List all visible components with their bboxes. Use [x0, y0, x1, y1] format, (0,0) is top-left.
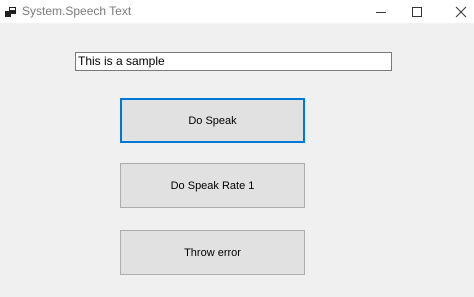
do-speak-button[interactable]: Do Speak [120, 98, 305, 143]
close-button[interactable] [438, 0, 474, 23]
maximize-button[interactable] [394, 0, 440, 23]
do-speak-rate-1-button[interactable]: Do Speak Rate 1 [120, 163, 305, 208]
throw-error-button[interactable]: Throw error [120, 230, 305, 275]
app-icon [5, 5, 17, 17]
title-bar[interactable]: System.Speech Text [0, 0, 474, 23]
app-window: System.Speech Text Do Speak Do Speak Rat… [0, 0, 474, 297]
minimize-icon [376, 12, 386, 13]
speech-text-input[interactable] [75, 52, 392, 71]
maximize-icon [412, 7, 422, 17]
close-icon [455, 6, 467, 18]
form-body: Do Speak Do Speak Rate 1 Throw error [0, 23, 474, 297]
window-title: System.Speech Text [22, 4, 132, 18]
